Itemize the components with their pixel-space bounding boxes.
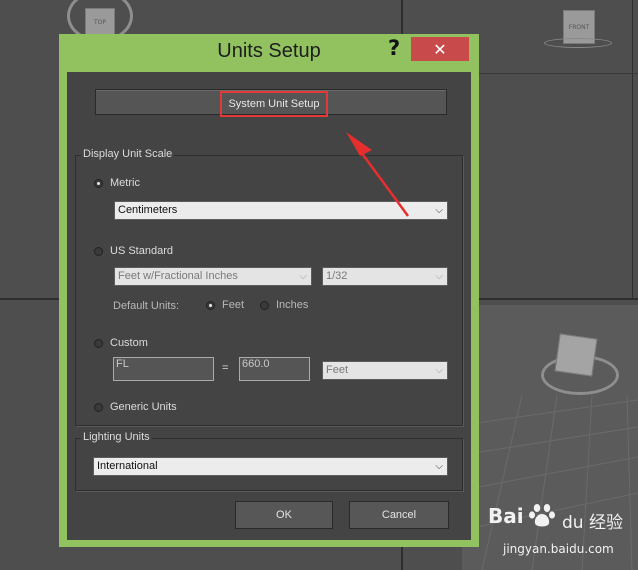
baidu-paw-icon (529, 504, 555, 527)
watermark-cn: du 经验 (562, 508, 623, 533)
watermark-brand: Bai (488, 504, 524, 528)
red-arrow-icon (346, 132, 410, 217)
watermark-brand-bai: Bai (488, 504, 524, 528)
watermark-brand-cn: 经验 (588, 513, 623, 533)
watermark-url: jingyan.baidu.com (503, 542, 614, 556)
watermark-brand-du: du (562, 513, 584, 533)
